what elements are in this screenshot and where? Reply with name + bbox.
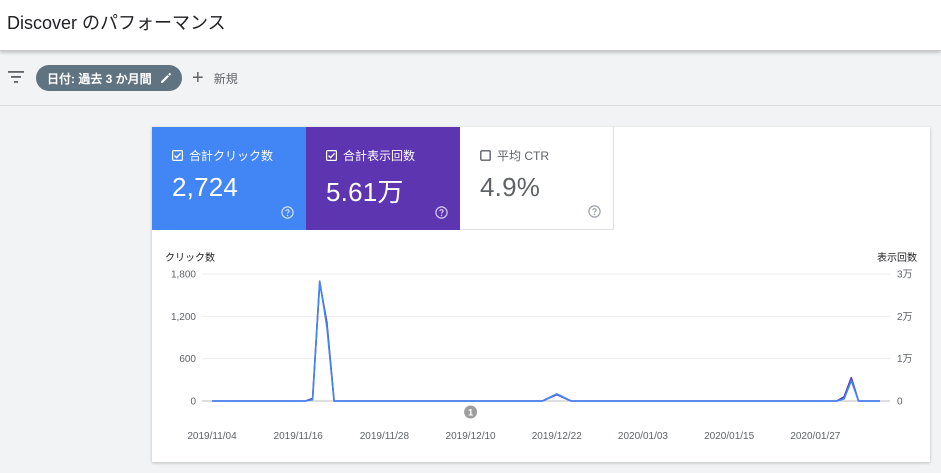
y-axis-left-title: クリック数 (165, 251, 215, 264)
x-tick-label: 2019/11/28 (360, 431, 410, 442)
metric-average-ctr[interactable]: 平均 CTR 4.9% (460, 127, 614, 230)
metric-value: 5.61万 (326, 177, 404, 207)
performance-chart: クリック数 表示回数 1,800 3万 1,200 2万 600 1万 0 0 2019/11/04… (165, 251, 917, 442)
date-filter-chip[interactable]: 日付: 過去 3 か月間 (36, 65, 182, 91)
checkbox-unchecked-icon[interactable] (480, 150, 491, 161)
checkbox-checked-icon[interactable] (172, 150, 183, 161)
metric-label-row: 合計表示回数 (326, 147, 460, 164)
help-icon[interactable] (281, 206, 294, 219)
y-left-tick-label: 1,800 (171, 270, 196, 281)
x-tick-label: 2019/12/10 (446, 431, 496, 442)
x-tick-label: 2020/01/15 (704, 431, 754, 442)
metric-label: 合計クリック数 (189, 149, 274, 163)
metric-total-impressions[interactable]: 合計表示回数 5.61万 (306, 127, 460, 230)
page-title-app: Discover (7, 13, 78, 33)
x-tick-label: 2019/11/16 (274, 431, 324, 442)
add-filter-button[interactable]: + 新規 (192, 67, 238, 89)
page-title-suffix: のパフォーマンス (77, 13, 226, 33)
performance-card: 合計クリック数 2,724 合計表示回数 5.61万 平均 CTR 4.9% ク… (152, 127, 930, 462)
y-right-tick-label: 3万 (897, 270, 913, 281)
help-icon[interactable] (588, 205, 601, 218)
plus-icon: + (192, 67, 204, 89)
filter-icon[interactable] (8, 70, 24, 84)
metric-label-row: 平均 CTR (480, 147, 613, 164)
metric-total-clicks[interactable]: 合計クリック数 2,724 (152, 127, 306, 230)
x-tick-label: 2019/12/22 (532, 431, 582, 442)
y-left-tick-label: 0 (190, 397, 196, 408)
y-right-tick-label: 2万 (897, 312, 913, 323)
y-right-tick-label: 1万 (897, 354, 913, 365)
annotation-label: 1 (468, 408, 473, 418)
x-tick-label: 2019/11/04 (187, 431, 237, 442)
filter-bar: 日付: 過去 3 か月間 + 新規 (0, 51, 941, 106)
x-tick-label: 2020/01/03 (618, 431, 668, 442)
metric-label: 合計表示回数 (343, 149, 416, 163)
metric-label: 平均 CTR (497, 149, 549, 163)
date-filter-label: 日付: 過去 3 か月間 (47, 71, 152, 86)
add-filter-label: 新規 (213, 71, 238, 86)
y-right-tick-label: 0 (897, 397, 903, 408)
page-header: Discover のパフォーマンス (0, 0, 941, 51)
metric-label-row: 合計クリック数 (172, 147, 306, 164)
series-line (212, 280, 880, 402)
help-icon[interactable] (435, 206, 448, 219)
series-line (212, 281, 880, 402)
y-axis-right-title: 表示回数 (877, 251, 917, 264)
checkbox-checked-icon[interactable] (326, 150, 337, 161)
page-title: Discover のパフォーマンス (7, 9, 226, 35)
y-left-tick-label: 1,200 (171, 312, 196, 323)
x-tick-label: 2020/01/27 (790, 431, 840, 442)
metric-value: 2,724 (172, 172, 239, 202)
pencil-icon (160, 72, 171, 83)
y-left-tick-label: 600 (179, 354, 196, 365)
metric-value: 4.9% (480, 172, 541, 202)
